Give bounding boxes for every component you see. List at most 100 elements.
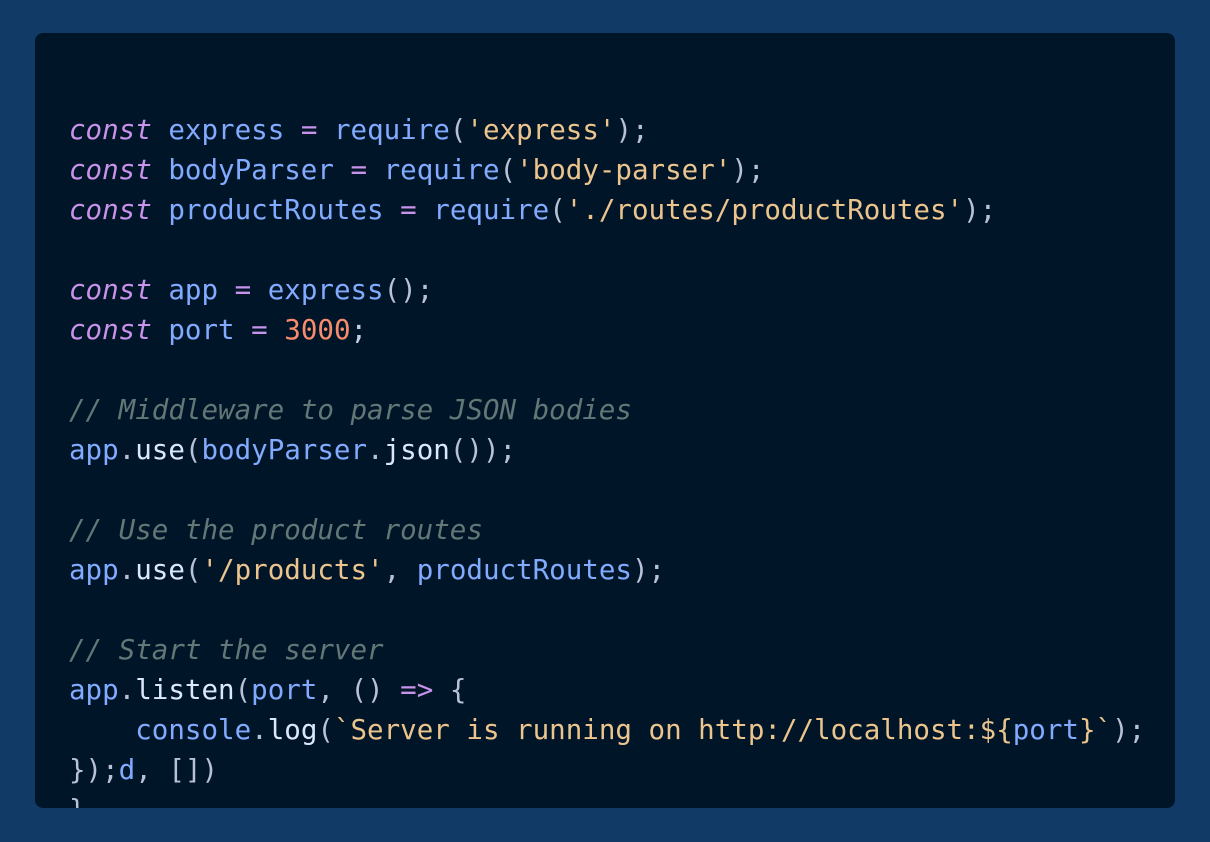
code-token-punct: ()); [449,434,517,466]
code-token-var: app [69,434,119,466]
code-token-var: app [168,274,219,306]
code-token-var: express [168,114,285,146]
code-token-punct: . [118,554,136,586]
code-token-number: 3000 [284,314,351,346]
code-editor[interactable]: const express = require('express'); const… [35,33,1175,808]
code-token-punct: } [69,794,86,808]
code-token-op: => [400,674,434,706]
code-token-var: app [69,674,119,706]
code-token-method: use [135,434,185,466]
code-line: } [69,790,1175,808]
code-token-keyword: const [69,314,152,346]
code-line: app.use('/products', productRoutes); [69,550,1175,590]
code-line: console.log(`Server is running on http:/… [69,710,1175,750]
code-token-punct: ); [1112,714,1146,746]
code-token-var: port [168,314,235,346]
code-token-var: require [433,194,550,226]
code-token-var: app [69,554,119,586]
code-line: // Middleware to parse JSON bodies [69,390,1175,430]
code-token-var: port [1012,714,1079,746]
code-token-punct: , [383,554,417,586]
code-token-punct: ( [449,114,467,146]
code-token-punct: ( [234,674,252,706]
code-token-punct: (); [383,274,434,306]
code-token-punct: ); [963,194,997,226]
code-token-var: d [118,754,136,786]
code-token-punct: ); [731,154,765,186]
code-token-string: `Server is running on http://localhost:$… [333,714,1013,746]
code-token-var: require [383,154,500,186]
code-token-op: = [300,114,318,146]
code-line: const bodyParser = require('body-parser'… [69,150,1175,190]
code-token-comment: // Start the server [69,634,384,666]
code-token-comment: // Middleware to parse JSON bodies [69,394,632,426]
code-token-plain: ; [350,314,368,346]
code-token-method: use [135,554,185,586]
code-token-punct: ); [615,114,649,146]
code-line: const port = 3000; [69,310,1175,350]
code-token-method: listen [135,674,235,706]
code-token-punct: . [251,714,268,746]
code-token-var: express [267,274,384,306]
code-token-punct: ( [549,194,566,226]
code-line: app.use(bodyParser.json()); [69,430,1175,470]
code-token-punct: . [118,674,136,706]
code-lines: const express = require('express'); const… [69,110,1175,808]
code-line: // Use the product routes [69,510,1175,550]
code-token-keyword: const [69,114,152,146]
code-token-comment: // Use the product routes [69,514,483,546]
code-token-op: = [251,314,268,346]
code-token-var: productRoutes [416,554,632,586]
code-token-method: log [267,714,318,746]
code-line: app.listen(port, () => { [69,670,1175,710]
code-token-punct: , () [317,674,401,706]
code-token-op: = [400,194,417,226]
code-token-var: require [333,114,450,146]
code-token-string: 'express' [466,114,616,146]
code-token-punct: { [433,674,467,706]
code-token-punct: ( [499,154,517,186]
code-token-op: = [350,154,368,186]
code-token-punct: ( [184,554,202,586]
code-token-punct: }); [69,754,119,786]
code-token-punct: , []) [135,754,219,786]
code-token-punct: ); [631,554,666,586]
code-line: });d, []) [69,750,1175,790]
code-line: const app = express(); [69,270,1175,310]
code-token-string: './routes/productRoutes' [565,194,964,226]
code-token-keyword: const [69,154,152,186]
code-line: // Start the server [69,630,1175,670]
code-token-var: port [251,674,318,706]
code-token-method: json [383,434,450,466]
code-token-string: 'body-parser' [516,154,732,186]
code-token-punct: . [367,434,384,466]
code-token-string: }` [1078,714,1113,746]
code-token-punct: ( [184,434,202,466]
code-token-var: bodyParser [201,434,368,466]
code-token-var: console [135,714,252,746]
code-token-punct: . [118,434,136,466]
code-token-var: productRoutes [168,194,384,226]
code-line: const express = require('express'); [69,110,1175,150]
code-token-op: = [234,274,252,306]
code-token-keyword: const [69,274,152,306]
